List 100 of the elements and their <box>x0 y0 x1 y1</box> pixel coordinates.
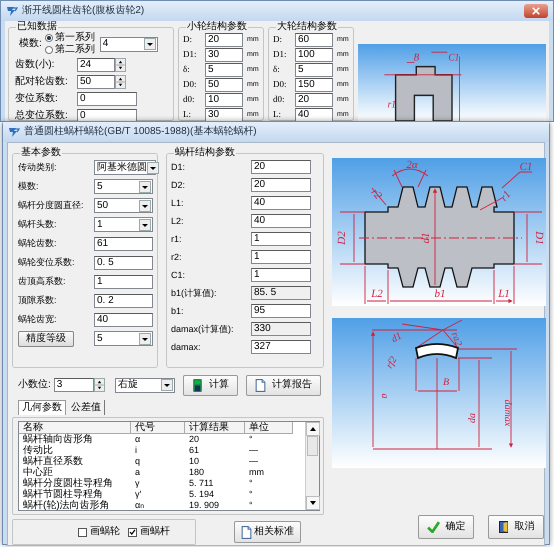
field-label: L: <box>273 110 282 119</box>
dimension-label: rf2 <box>384 354 400 371</box>
text-field[interactable]: 20 <box>295 92 333 106</box>
dimension-label: D1 <box>533 231 545 245</box>
text-field[interactable]: 50 <box>77 74 115 88</box>
dropdown[interactable]: 阿基米德圆 <box>94 160 156 175</box>
table-cell-text: q <box>134 456 142 467</box>
dropdown[interactable]: 5 <box>94 331 153 346</box>
close-icon <box>532 7 540 15</box>
text-field[interactable]: 30 <box>205 48 243 62</box>
text-field[interactable]: 20 <box>205 32 243 46</box>
cancel-button[interactable]: 取消 <box>488 515 544 539</box>
text-field[interactable]: 330 <box>251 322 311 336</box>
app-logo-icon <box>8 126 20 138</box>
field-label: L2: <box>171 216 185 226</box>
text-field[interactable]: 5 <box>295 62 333 76</box>
dropdown[interactable]: 1 <box>94 217 153 232</box>
tab[interactable]: 几何参数 <box>18 400 66 415</box>
text-field[interactable]: 85. 5 <box>251 286 311 300</box>
text-field[interactable]: 40 <box>94 312 153 326</box>
text-field[interactable]: 3 <box>54 378 94 392</box>
table-cell-text: 蜗杆(轮)法向齿形角 <box>22 500 111 511</box>
scroll-down-icon[interactable] <box>306 496 320 510</box>
column-header[interactable]: 计算结果 <box>185 422 245 434</box>
text-field[interactable]: 1 <box>251 232 311 246</box>
text-field[interactable]: 40 <box>295 108 333 121</box>
field-label: L: <box>183 110 192 119</box>
text-field[interactable]: 0 <box>77 108 137 121</box>
dropdown[interactable]: 4 <box>100 36 158 52</box>
text-field[interactable]: 24 <box>77 58 115 72</box>
dropdown[interactable]: 50 <box>94 198 153 213</box>
text-field[interactable]: 50 <box>205 78 243 92</box>
column-header[interactable]: 名称 <box>19 422 131 434</box>
check-icon <box>426 521 440 533</box>
spin-buttons[interactable] <box>94 378 105 392</box>
scroll-thumb[interactable] <box>307 436 318 456</box>
dimension-label: a <box>379 394 390 398</box>
radio-button[interactable]: 第一系列 <box>44 33 95 43</box>
field-label: 蜗轮变位系数: <box>18 258 76 267</box>
report-button[interactable]: 计算报告 <box>246 374 321 396</box>
text-field[interactable]: 0. 5 <box>94 256 153 270</box>
tab[interactable]: 公差值 <box>68 400 105 415</box>
text-field[interactable]: 40 <box>251 214 311 228</box>
dimension-label: ra2 <box>448 330 464 348</box>
column-header[interactable]: 代号 <box>131 422 185 434</box>
column-header[interactable]: 单位 <box>245 422 293 434</box>
window-title: 渐开线圆柱齿轮(腹板齿轮2) <box>22 6 144 16</box>
dimension-label: C1 <box>448 52 460 64</box>
field-label: D0: <box>273 80 288 89</box>
checkbox[interactable]: 画蜗轮 <box>78 527 120 537</box>
ok-button[interactable]: 确定 <box>418 515 474 539</box>
table-cell-text: 蜗杆轴向齿形角 <box>22 434 94 444</box>
text-field[interactable]: 40 <box>251 196 311 210</box>
text-field[interactable]: 0. 2 <box>94 294 153 308</box>
dropdown[interactable]: 右旋 <box>114 378 175 392</box>
text-field[interactable]: 100 <box>295 48 333 62</box>
field-label: 模数: <box>18 182 40 191</box>
window-title: 普通圆柱蜗杆蜗轮(GB/T 10085-1988)(基本蜗轮蜗杆) <box>24 127 257 137</box>
text-field[interactable]: 1 <box>94 274 153 288</box>
field-label: r2: <box>171 252 183 262</box>
dimension-label: L1 <box>498 288 510 300</box>
grade-button[interactable]: 精度等级 <box>18 330 74 346</box>
field-label: 配对轮齿数: <box>15 76 69 86</box>
text-field[interactable]: 30 <box>205 108 243 121</box>
text-field[interactable]: 5 <box>205 62 243 76</box>
radio-button[interactable]: 第二系列 <box>44 45 95 55</box>
scroll-up-icon[interactable] <box>306 422 320 436</box>
text-field[interactable]: 20 <box>251 160 311 174</box>
field-label: 总变位系数: <box>15 110 69 120</box>
field-label: 齿顶高系数: <box>18 277 67 286</box>
field-label: 模数: <box>19 39 42 49</box>
spin-buttons[interactable] <box>115 58 126 72</box>
caret-icon <box>139 180 151 192</box>
text-field[interactable]: 1 <box>251 268 311 282</box>
dimension-label: da <box>467 413 478 423</box>
table-cell-text: i <box>134 445 138 456</box>
text-field[interactable]: 95 <box>251 304 311 318</box>
text-field[interactable]: 327 <box>251 340 311 354</box>
dimension-label: 2α <box>406 159 418 171</box>
table-cell-text: 中心距 <box>22 467 54 478</box>
checkbox[interactable]: 画蜗杆 <box>128 527 170 537</box>
text-field[interactable]: 1 <box>251 250 311 264</box>
dimension-label: d1 <box>390 330 404 346</box>
field-label: 传动类别: <box>18 163 58 172</box>
standards-button[interactable]: 相关标准 <box>234 521 301 543</box>
table-cell-text: γ′ <box>134 489 142 500</box>
spin-buttons[interactable] <box>115 74 126 88</box>
close-button[interactable] <box>524 4 548 18</box>
text-field[interactable]: 0 <box>77 92 137 106</box>
scrollbar[interactable] <box>305 422 319 510</box>
text-field[interactable]: 60 <box>295 32 333 46</box>
calculate-button[interactable]: 计算 <box>182 374 238 396</box>
table-cell-text: — <box>248 456 259 467</box>
text-field[interactable]: 61 <box>94 236 153 250</box>
text-field[interactable]: 150 <box>295 78 333 92</box>
table-cell-text: α$_{n}$ <box>134 500 145 511</box>
text-field[interactable]: 10 <box>205 92 243 106</box>
table-cell-text: 5. 194 <box>188 489 216 500</box>
text-field[interactable]: 20 <box>251 178 311 192</box>
dropdown[interactable]: 5 <box>94 179 153 194</box>
